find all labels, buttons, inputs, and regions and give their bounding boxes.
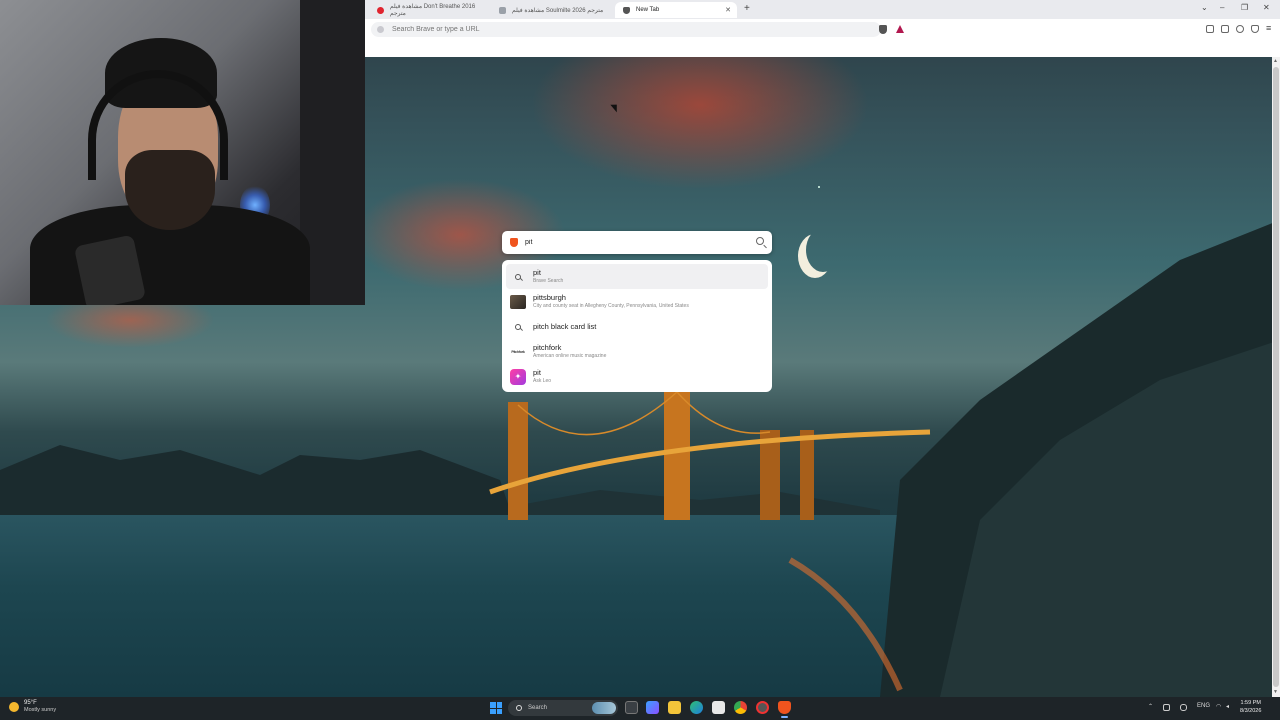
chevron-down-icon[interactable]: ⌄ — [1201, 3, 1208, 12]
leo-icon[interactable] — [1236, 25, 1244, 33]
search-highlight-image — [592, 702, 616, 714]
suggestion-title: pit — [533, 368, 541, 377]
app-icon[interactable] — [756, 701, 769, 714]
city-thumbnail — [510, 294, 526, 310]
windows-start-icon[interactable] — [490, 702, 502, 714]
tab-strip: مشاهدة فيلم Don't Breathe 2016 مترجم مشا… — [365, 0, 1280, 19]
task-view-icon[interactable] — [625, 701, 638, 714]
pitchfork-logo: Pitchfork — [511, 349, 525, 354]
scroll-down-icon[interactable]: ▼ — [1273, 689, 1278, 695]
store-icon[interactable] — [712, 701, 725, 714]
search-icon — [510, 269, 526, 285]
language-indicator[interactable]: ENG — [1197, 703, 1210, 709]
tab-label: مشاهدة فيلم Soulmilte 2026 مترجم — [512, 7, 604, 14]
brave-icon[interactable] — [778, 701, 791, 718]
suggestion-title: pittsburgh — [533, 293, 566, 302]
tab-dont-breathe[interactable]: مشاهدة فيلم Don't Breathe 2016 مترجم — [369, 2, 491, 18]
webcam-overlay — [0, 0, 365, 305]
wifi-icon[interactable]: ◠ — [1216, 703, 1221, 710]
tab-new-tab[interactable]: New Tab ✕ — [615, 2, 737, 18]
tab-label: New Tab — [636, 7, 660, 13]
volume-icon[interactable]: ◂ — [1226, 703, 1229, 710]
tab-soulmilte[interactable]: مشاهدة فيلم Soulmilte 2026 مترجم — [491, 2, 615, 18]
browser-toolbar: ≡ — [365, 19, 1280, 40]
newtab-search-input[interactable] — [525, 239, 745, 246]
new-tab-plus-icon[interactable]: + — [744, 3, 750, 14]
brave-rewards-icon[interactable] — [896, 25, 904, 33]
brave-shields-icon[interactable] — [879, 25, 887, 34]
wallet-icon[interactable] — [1221, 25, 1229, 33]
address-bar[interactable] — [371, 22, 881, 37]
weather-temp: 95°F — [24, 700, 37, 706]
window-close-icon[interactable]: ✕ — [1263, 3, 1270, 12]
restore-icon[interactable]: ❐ — [1241, 3, 1248, 12]
leo-ai-icon: ✦ — [510, 368, 526, 385]
suggestion-item[interactable]: pitch black card list — [506, 314, 768, 339]
suggestion-title: pit — [533, 268, 541, 277]
search-icon — [516, 705, 522, 711]
suggestion-title: pitchfork — [533, 343, 562, 352]
brave-lion-icon — [510, 238, 518, 247]
page-scrollbar[interactable]: ▲ ▼ — [1272, 57, 1280, 697]
suggestion-subtitle: Brave Search — [533, 278, 564, 284]
suggestion-item[interactable]: pittsburgh City and county seat in Alleg… — [506, 289, 768, 314]
edge-icon[interactable] — [690, 701, 703, 714]
clock-time: 1:59 PM — [1240, 700, 1261, 706]
search-suggestions: pit Brave Search pittsburgh City and cou… — [502, 260, 772, 392]
tab-label: مشاهدة فيلم Don't Breathe 2016 مترجم — [389, 4, 476, 17]
search-icon — [510, 319, 526, 335]
weather-desc: Mostly sunny — [24, 707, 57, 713]
close-icon[interactable]: ✕ — [725, 6, 731, 14]
newtab-search-box[interactable] — [502, 231, 772, 254]
suggestion-item[interactable]: ✦ pit Ask Leo — [506, 364, 768, 389]
suggestion-item[interactable]: pit Brave Search — [506, 264, 768, 289]
copilot-icon[interactable] — [646, 701, 659, 714]
red-circle-icon — [377, 6, 384, 14]
file-explorer-icon[interactable] — [668, 701, 681, 714]
chevron-up-icon[interactable]: ⌃ — [1148, 703, 1153, 710]
sun-icon — [9, 701, 19, 712]
suggestion-subtitle: City and county seat in Allegheny County… — [533, 303, 689, 309]
bookmark-bar — [365, 40, 1280, 57]
windows-taskbar: 95°F Mostly sunny Search ⌃ ENG ◠ ◂ 1:59 … — [0, 697, 1280, 720]
menu-icon[interactable]: ≡ — [1266, 23, 1271, 33]
suggestion-subtitle: American online music magazine — [533, 353, 607, 359]
chrome-icon[interactable] — [734, 701, 747, 714]
vpn-icon[interactable] — [1251, 25, 1259, 33]
taskbar-search-label: Search — [528, 705, 548, 711]
taskbar-clock[interactable]: 1:59 PM 8/3/2026 — [1240, 699, 1261, 715]
suggestion-title: pitch black card list — [533, 321, 597, 331]
suggestion-item[interactable]: Pitchfork pitchfork American online musi… — [506, 339, 768, 364]
search-icon[interactable] — [756, 237, 764, 245]
minimize-icon[interactable]: – — [1220, 3, 1224, 12]
microphone-icon[interactable] — [1180, 704, 1187, 711]
scrollbar-thumb[interactable] — [1273, 67, 1279, 687]
suggestion-subtitle: Ask Leo — [533, 378, 552, 384]
sidebar-icon[interactable] — [1206, 25, 1214, 33]
weather-widget[interactable]: 95°F Mostly sunny — [9, 699, 56, 714]
brave-shield-icon — [623, 6, 630, 14]
network-off-icon[interactable] — [1163, 704, 1170, 711]
url-input[interactable] — [392, 26, 842, 33]
clock-date: 8/3/2026 — [1240, 708, 1262, 714]
site-icon — [499, 6, 506, 14]
scroll-up-icon[interactable]: ▲ — [1273, 58, 1278, 64]
taskbar-search[interactable]: Search — [508, 700, 618, 716]
search-engine-icon — [377, 26, 384, 33]
